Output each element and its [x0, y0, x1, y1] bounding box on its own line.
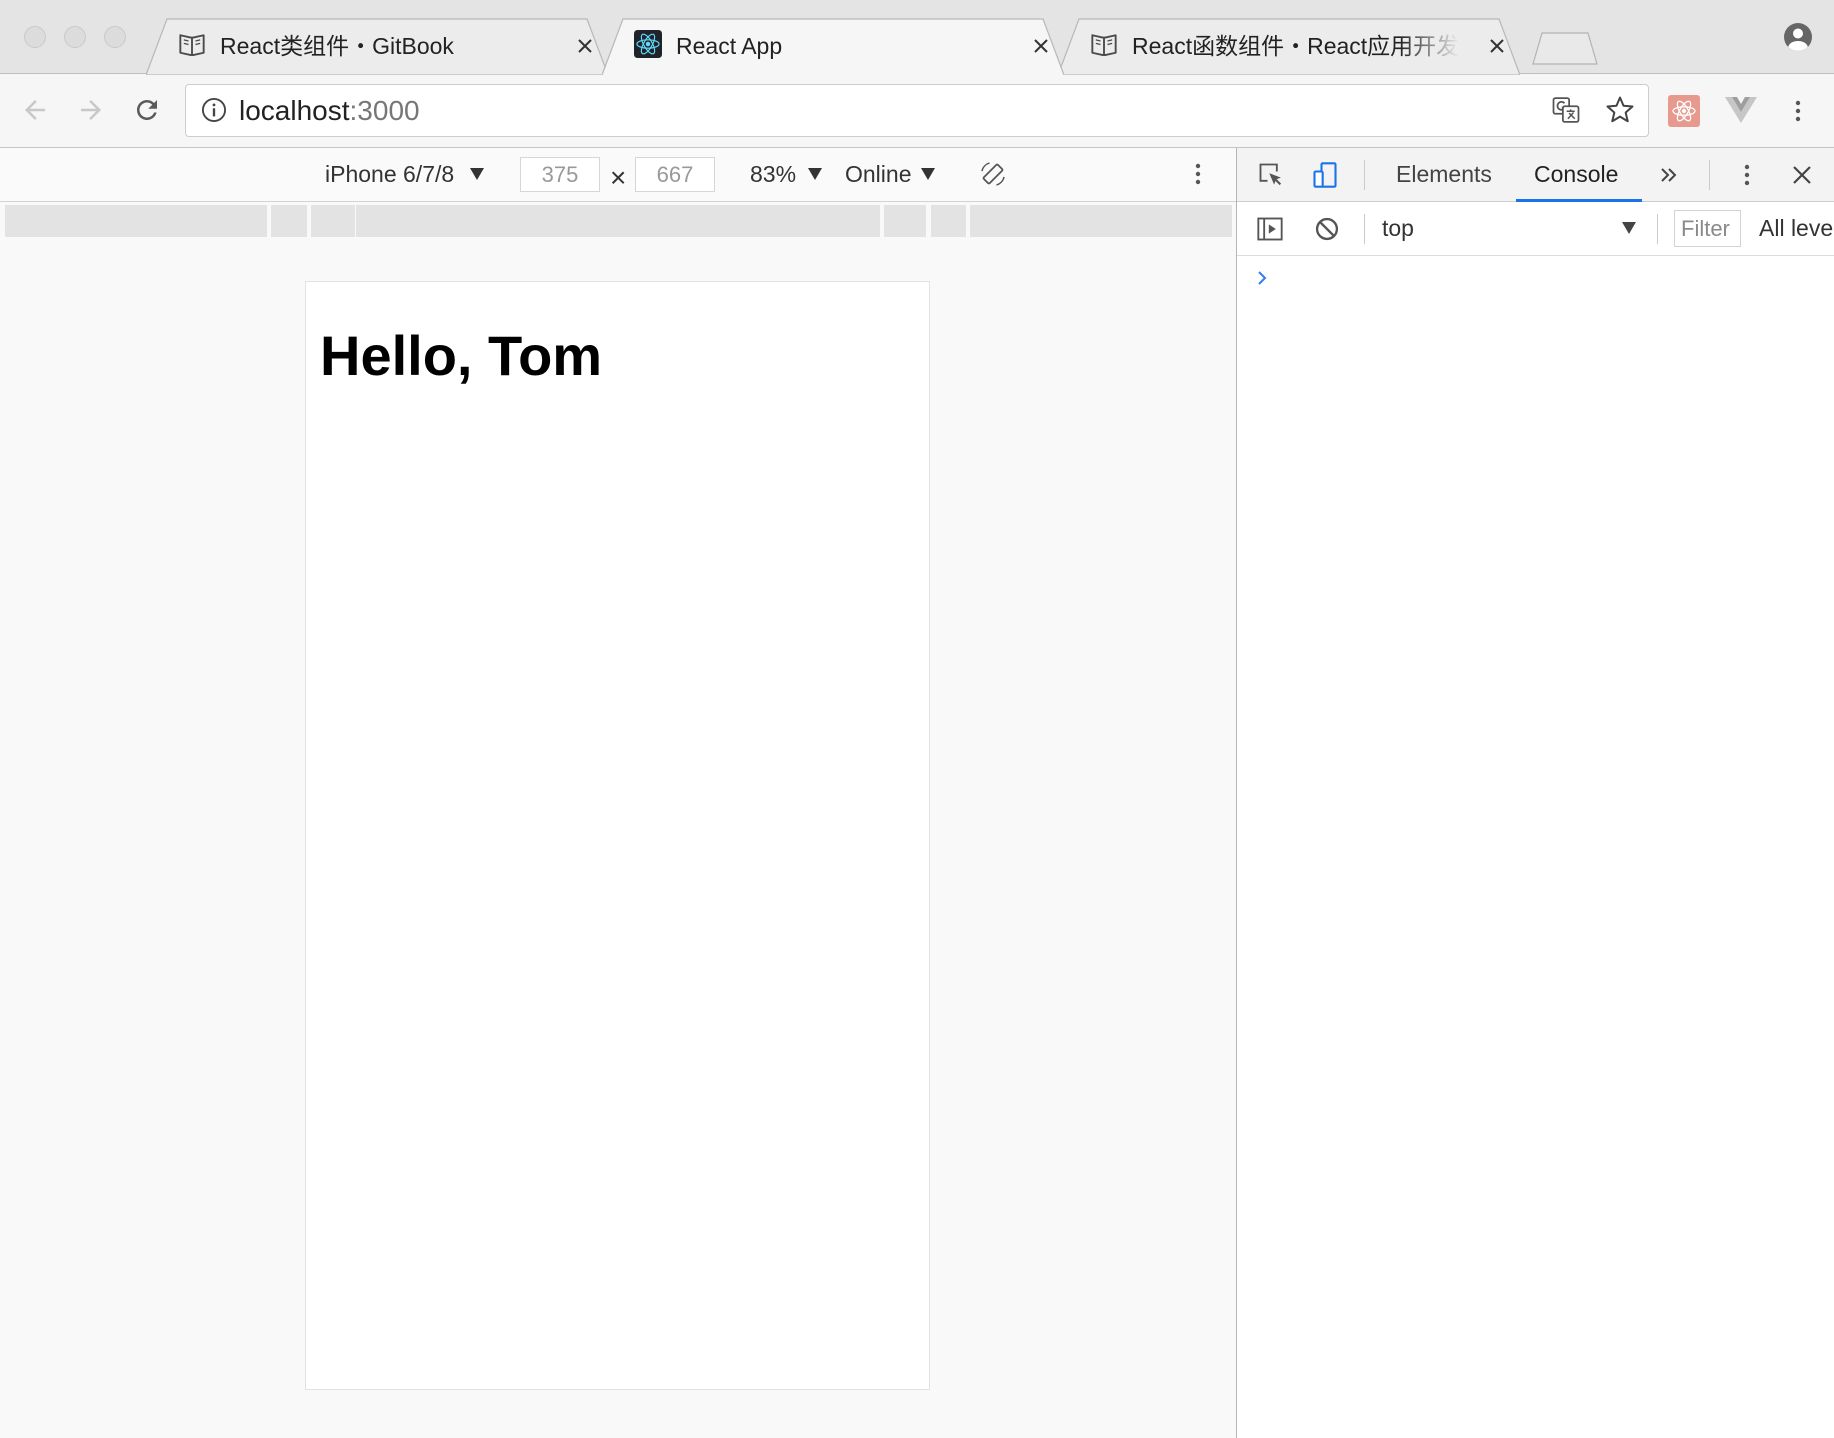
tab-console[interactable]: Console	[1534, 148, 1618, 200]
tab-label: React类组件・GitBook	[220, 33, 454, 59]
react-icon	[634, 30, 662, 58]
media-query-bar-segment[interactable]	[356, 205, 880, 237]
browser-toolbar: localhost:3000	[0, 73, 1834, 148]
tab-shape	[602, 18, 1064, 75]
media-query-bar-segment[interactable]	[970, 205, 1232, 237]
toolbar-divider	[1657, 214, 1658, 244]
tab-close-icon[interactable]	[1031, 36, 1051, 56]
media-query-bar-segment[interactable]	[884, 205, 926, 237]
media-query-bar-segment[interactable]	[271, 205, 307, 237]
dropdown-arrow-icon[interactable]	[808, 168, 822, 180]
viewport-height-input[interactable]	[635, 157, 715, 192]
zoom-select[interactable]: 83%	[750, 148, 796, 201]
vue-devtools-icon[interactable]	[1725, 96, 1757, 126]
translate-icon[interactable]	[1551, 95, 1581, 125]
viewport-width-input[interactable]	[520, 157, 600, 192]
console-prompt-chevron-icon[interactable]	[1252, 268, 1272, 288]
react-devtools-icon[interactable]	[1668, 95, 1700, 127]
device-toolbar-kebab-icon[interactable]	[1186, 162, 1210, 186]
dropdown-arrow-icon[interactable]	[921, 168, 935, 180]
tab-react-function-component[interactable]: React函数组件・React应用开发	[1058, 18, 1520, 75]
device-toolbar: iPhone 6/7/8 × 83% Online	[0, 148, 1236, 202]
toolbar-divider	[1709, 160, 1710, 190]
browser-menu-kebab-icon[interactable]	[1786, 99, 1810, 123]
more-tabs-chevron-icon[interactable]	[1657, 163, 1681, 187]
console-filter-input[interactable]	[1674, 210, 1741, 247]
tab-react-app[interactable]: React App	[602, 18, 1064, 75]
media-query-bar-segment[interactable]	[5, 205, 267, 237]
dropdown-arrow-icon[interactable]	[1622, 222, 1636, 234]
tab-label: React App	[676, 33, 783, 59]
url-port: :3000	[349, 95, 420, 126]
back-arrow-icon[interactable]	[20, 95, 50, 125]
window-minimize-button[interactable]	[64, 26, 86, 48]
tab-react-class-component[interactable]: React类组件・GitBook	[146, 18, 608, 75]
tab-elements[interactable]: Elements	[1396, 148, 1492, 200]
tab-label: React函数组件・React应用开发	[1132, 33, 1460, 59]
console-toolbar: top All leve	[1237, 202, 1834, 256]
rotate-icon[interactable]	[979, 160, 1007, 188]
device-select[interactable]: iPhone 6/7/8	[325, 148, 454, 201]
book-icon	[1090, 30, 1118, 58]
device-viewport-area: Hello, Tom	[0, 202, 1236, 1438]
book-icon	[178, 30, 206, 58]
device-screen[interactable]: Hello, Tom	[305, 281, 930, 1390]
address-bar[interactable]: localhost:3000	[185, 84, 1649, 137]
log-levels-select[interactable]: All leve	[1759, 202, 1833, 255]
tab-close-icon[interactable]	[575, 36, 595, 56]
bookmark-star-icon[interactable]	[1605, 95, 1635, 125]
dropdown-arrow-icon[interactable]	[470, 168, 484, 180]
site-info-icon[interactable]	[200, 96, 228, 124]
page-heading: Hello, Tom	[320, 324, 603, 387]
window-close-button[interactable]	[24, 26, 46, 48]
network-throttling-select[interactable]: Online	[845, 148, 911, 201]
media-query-bar-segment[interactable]	[311, 205, 355, 237]
forward-arrow-icon[interactable]	[76, 95, 106, 125]
device-toggle-icon[interactable]	[1311, 161, 1339, 189]
close-icon[interactable]	[1790, 163, 1814, 187]
url-text[interactable]: localhost:3000	[239, 85, 420, 136]
devtools-header: Elements Console	[1237, 148, 1834, 202]
toolbar-divider	[1364, 160, 1365, 190]
dimension-separator: ×	[610, 162, 627, 193]
window-zoom-button[interactable]	[104, 26, 126, 48]
profile-avatar-icon[interactable]	[1783, 22, 1813, 52]
tab-close-icon[interactable]	[1487, 36, 1507, 56]
new-tab-button[interactable]	[1532, 32, 1598, 65]
console-sidebar-icon[interactable]	[1256, 215, 1284, 243]
inspect-element-icon[interactable]	[1257, 161, 1285, 189]
context-select[interactable]: top	[1382, 202, 1414, 255]
media-query-bar-segment[interactable]	[931, 205, 966, 237]
clear-console-icon[interactable]	[1313, 215, 1341, 243]
devtools-kebab-icon[interactable]	[1735, 163, 1759, 187]
url-host: localhost	[239, 95, 350, 126]
reload-icon[interactable]	[132, 95, 162, 125]
toolbar-divider	[1364, 214, 1365, 244]
devtools-panel: Elements Console top Filter All leve	[1236, 148, 1834, 1438]
